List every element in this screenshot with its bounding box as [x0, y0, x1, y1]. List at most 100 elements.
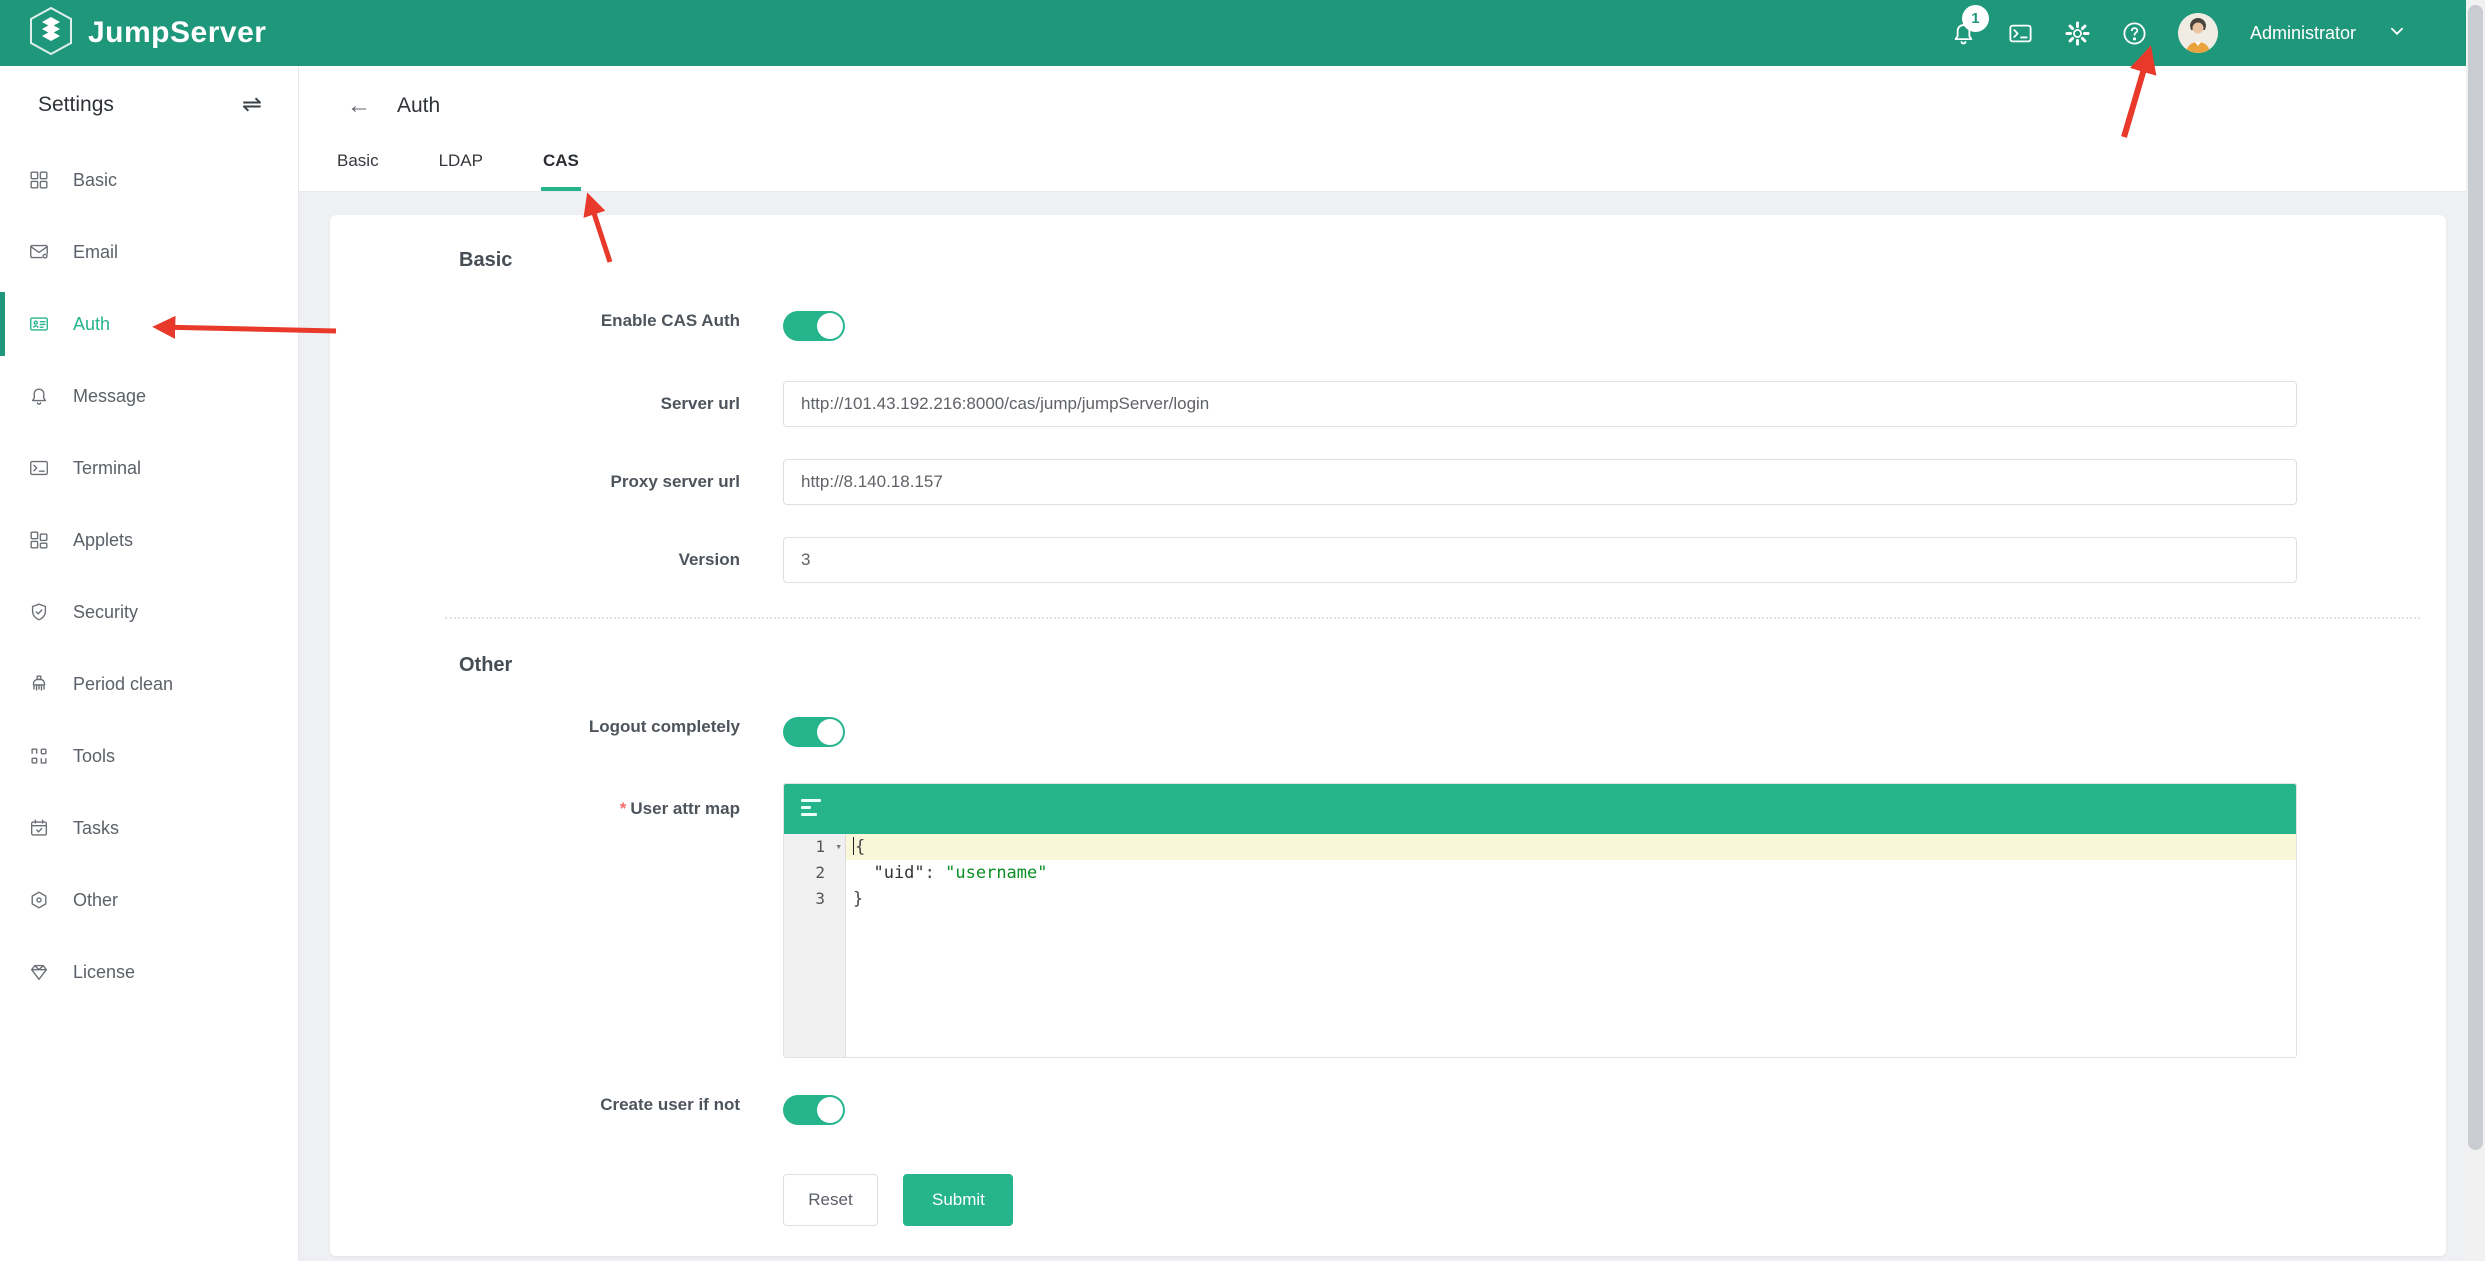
sidebar-item-label: Tools — [73, 746, 115, 767]
sidebar-collapse-icon[interactable]: ⇌ — [242, 93, 262, 117]
tab-basic[interactable]: Basic — [335, 151, 381, 191]
field-label: Logout completely — [330, 717, 740, 747]
required-asterisk: * — [620, 799, 627, 818]
code-line: 2 "uid": "username" — [784, 860, 2296, 886]
row-buttons: Reset Submit — [330, 1174, 2446, 1226]
proxy-server-url-input[interactable] — [783, 459, 2297, 505]
row-server-url: Server url — [330, 381, 2446, 427]
sidebar-item-label: Email — [73, 242, 118, 263]
top-bar: JumpServer 1 — [0, 0, 2466, 66]
fold-arrow-icon[interactable]: ▾ — [835, 834, 842, 860]
sidebar-title: Settings — [38, 93, 114, 117]
sidebar-item-label: License — [73, 962, 135, 983]
sidebar-item-auth[interactable]: Auth — [0, 288, 298, 360]
reset-button[interactable]: Reset — [783, 1174, 878, 1226]
help-icon[interactable] — [2121, 20, 2148, 47]
tab-cas[interactable]: CAS — [541, 151, 581, 191]
server-url-input[interactable] — [783, 381, 2297, 427]
sidebar-item-label: Period clean — [73, 674, 173, 695]
cas-settings-card: Basic Enable CAS Auth Server url Proxy s… — [330, 215, 2446, 1256]
row-create-user: Create user if not — [330, 1095, 2446, 1125]
row-user-attr-map: *User attr map 1▾ { 2 "uid": "username" — [330, 783, 2446, 1058]
sidebar-item-basic[interactable]: Basic — [0, 144, 298, 216]
brand-name: JumpServer — [88, 16, 266, 50]
sidebar-item-label: Applets — [73, 530, 133, 551]
user-attr-map-editor[interactable]: 1▾ { 2 "uid": "username" 3 } — [783, 783, 2297, 1058]
top-right-cluster: 1 — [1950, 0, 2406, 66]
content-header: ← Auth Basic LDAP CAS — [299, 66, 2466, 192]
auth-tabs: Basic LDAP CAS — [335, 151, 637, 191]
row-proxy-server-url: Proxy server url — [330, 459, 2446, 505]
settings-sidebar: Settings ⇌ Basic Email — [0, 66, 299, 1261]
terminal-icon[interactable] — [2007, 20, 2034, 47]
toggle-knob — [817, 719, 843, 745]
code-line: 1▾ { — [784, 834, 2296, 860]
jumpserver-app: JumpServer 1 — [0, 0, 2485, 1261]
row-logout-completely: Logout completely — [330, 717, 2446, 747]
toggle-knob — [817, 313, 843, 339]
sidebar-item-applets[interactable]: Applets — [0, 504, 298, 576]
sidebar-item-label: Terminal — [73, 458, 141, 479]
sidebar-item-period-clean[interactable]: Period clean — [0, 648, 298, 720]
code-line: 3 } — [784, 886, 2296, 912]
sidebar-item-label: Message — [73, 386, 146, 407]
row-version: Version — [330, 537, 2446, 583]
section-divider — [445, 617, 2420, 619]
applets-grid-icon — [28, 529, 50, 551]
sidebar-item-license[interactable]: License — [0, 936, 298, 1008]
hexagon-nut-icon — [28, 889, 50, 911]
grid-icon — [28, 169, 50, 191]
code-empty-area — [784, 912, 2296, 1057]
jumpserver-logo-icon — [28, 6, 74, 61]
notifications-button[interactable]: 1 — [1950, 20, 1977, 47]
field-label: Enable CAS Auth — [330, 311, 740, 341]
scrollbar-thumb[interactable] — [2468, 5, 2483, 1150]
section-title-basic: Basic — [459, 245, 2446, 275]
id-card-icon — [28, 313, 50, 335]
calendar-check-icon — [28, 817, 50, 839]
sidebar-item-email[interactable]: Email — [0, 216, 298, 288]
tools-icon — [28, 745, 50, 767]
sidebar-item-label: Auth — [73, 314, 110, 335]
row-enable-cas: Enable CAS Auth — [330, 311, 2446, 341]
sidebar-item-label: Security — [73, 602, 138, 623]
submit-button[interactable]: Submit — [903, 1174, 1013, 1226]
gem-icon — [28, 961, 50, 983]
sidebar-item-tasks[interactable]: Tasks — [0, 792, 298, 864]
sidebar-item-other[interactable]: Other — [0, 864, 298, 936]
sidebar-item-message[interactable]: Message — [0, 360, 298, 432]
bell-outline-icon — [28, 385, 50, 407]
field-label: *User attr map — [330, 783, 740, 1058]
notification-badge: 1 — [1962, 5, 1989, 32]
sidebar-item-label: Basic — [73, 170, 117, 191]
chevron-down-icon[interactable] — [2388, 22, 2406, 45]
tab-ldap[interactable]: LDAP — [437, 151, 485, 191]
format-code-icon[interactable] — [801, 799, 823, 820]
avatar[interactable] — [2178, 13, 2218, 53]
text-cursor — [853, 837, 854, 855]
back-arrow-icon[interactable]: ← — [347, 94, 371, 118]
create-user-toggle[interactable] — [783, 1095, 845, 1125]
page-scrollbar — [2466, 0, 2485, 1261]
shield-check-icon — [28, 601, 50, 623]
sidebar-item-security[interactable]: Security — [0, 576, 298, 648]
sidebar-item-terminal[interactable]: Terminal — [0, 432, 298, 504]
page-title: Auth — [397, 94, 440, 118]
gear-icon[interactable] — [2064, 20, 2091, 47]
enable-cas-toggle[interactable] — [783, 311, 845, 341]
logout-completely-toggle[interactable] — [783, 717, 845, 747]
code-area[interactable]: 1▾ { 2 "uid": "username" 3 } — [784, 834, 2296, 1057]
toggle-knob — [817, 1097, 843, 1123]
terminal-outline-icon — [28, 457, 50, 479]
sidebar-item-label: Other — [73, 890, 118, 911]
brand-logo[interactable]: JumpServer — [28, 6, 266, 61]
version-input[interactable] — [783, 537, 2297, 583]
field-label: Proxy server url — [330, 472, 740, 492]
sidebar-item-tools[interactable]: Tools — [0, 720, 298, 792]
sidebar-item-label: Tasks — [73, 818, 119, 839]
user-menu[interactable]: Administrator — [2250, 23, 2356, 44]
email-gear-icon — [28, 241, 50, 263]
section-title-other: Other — [459, 650, 2446, 680]
breadcrumb: ← Auth — [347, 94, 440, 118]
editor-toolbar — [784, 784, 2296, 834]
